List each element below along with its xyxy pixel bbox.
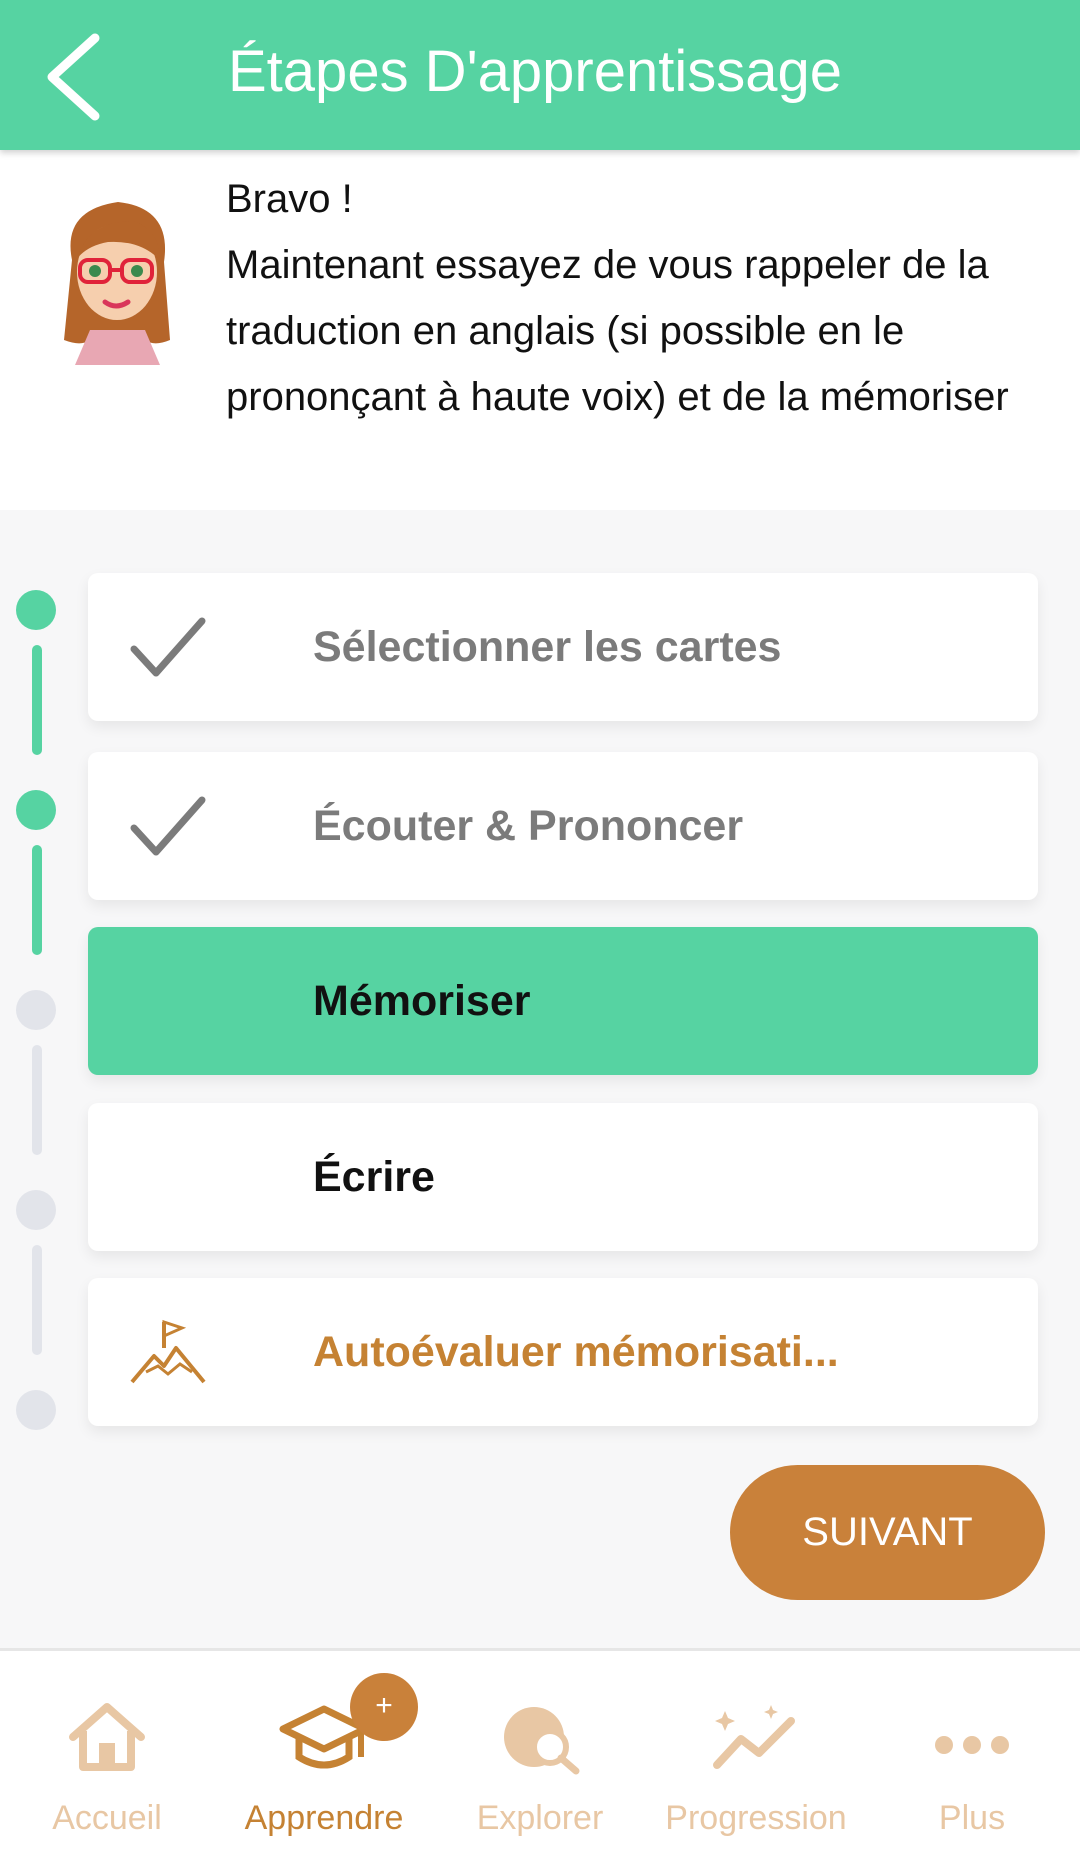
step-self-assess[interactable]: Autoévaluer mémorisati... [88, 1278, 1038, 1426]
bottom-navigation: Accueil Apprendre + Explorer Progression [0, 1648, 1080, 1851]
nav-label: Explorer [476, 1799, 604, 1837]
timeline-segment [32, 1245, 42, 1355]
step-memorize[interactable]: Mémoriser [88, 927, 1038, 1075]
step-label: Autoévaluer mémorisati... [313, 1328, 839, 1376]
nav-item-progression[interactable]: Progression [656, 1651, 856, 1851]
back-button[interactable] [40, 30, 110, 125]
app-header: Étapes D'apprentissage [0, 0, 1080, 150]
step-label: Écrire [313, 1153, 435, 1201]
add-badge[interactable]: + [350, 1673, 418, 1741]
nav-item-accueil[interactable]: Accueil [7, 1651, 207, 1851]
timeline-dot [16, 990, 56, 1030]
message-text: Bravo ! Maintenant essayez de vous rappe… [0, 166, 1075, 430]
nav-label: Plus [938, 1799, 1006, 1837]
step-write[interactable]: Écrire [88, 1103, 1038, 1251]
timeline-dot [16, 1390, 56, 1430]
home-icon [69, 1703, 145, 1771]
progress-chart-icon [713, 1705, 795, 1769]
timeline-dot [16, 790, 56, 830]
nav-label: Accueil [52, 1799, 162, 1837]
nav-label: Progression [665, 1799, 847, 1837]
step-label: Mémoriser [313, 977, 531, 1025]
timeline-segment [32, 1045, 42, 1155]
mountain-flag-icon [130, 1319, 206, 1384]
timeline-dot [16, 590, 56, 630]
more-dots-icon [935, 1736, 1009, 1754]
check-icon [130, 796, 206, 856]
step-label: Sélectionner les cartes [313, 623, 782, 671]
timeline-segment [32, 845, 42, 955]
step-listen-pronounce[interactable]: Écouter & Prononcer [88, 752, 1038, 900]
step-label: Écouter & Prononcer [313, 802, 744, 850]
message-greeting: Bravo ! [226, 177, 353, 221]
page-title: Étapes D'apprentissage [228, 39, 843, 104]
nav-item-explorer[interactable]: Explorer [440, 1651, 640, 1851]
progress-timeline [0, 590, 80, 1440]
check-icon [130, 617, 206, 677]
nav-item-plus[interactable]: Plus [872, 1651, 1072, 1851]
globe-search-icon [504, 1707, 580, 1775]
message-body: Maintenant essayez de vous rappeler de l… [226, 243, 1009, 419]
nav-label: Apprendre [244, 1799, 404, 1837]
next-button[interactable]: SUIVANT [730, 1465, 1045, 1600]
chevron-left-icon [47, 33, 100, 121]
step-select-cards[interactable]: Sélectionner les cartes [88, 573, 1038, 721]
tutor-message: Bravo ! Maintenant essayez de vous rappe… [0, 150, 1080, 510]
timeline-dot [16, 1190, 56, 1230]
timeline-segment [32, 645, 42, 755]
